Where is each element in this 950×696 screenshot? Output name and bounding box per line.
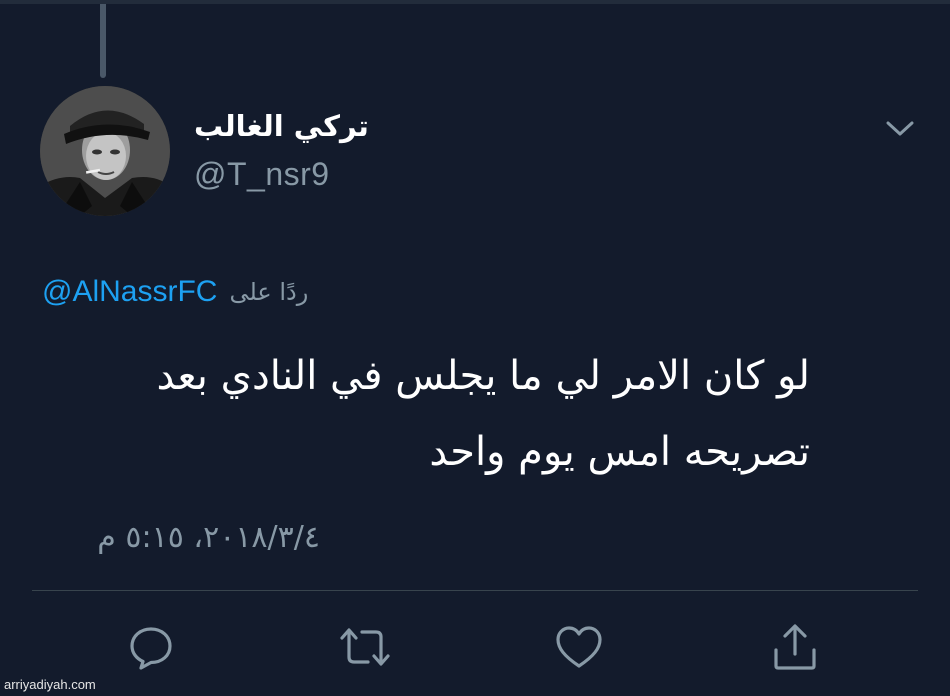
divider	[32, 590, 918, 591]
retweet-icon	[340, 628, 390, 666]
reply-mention-link[interactable]: @AlNassrFC	[42, 270, 217, 314]
watermark: arriyadiyah.com	[4, 677, 96, 692]
reply-button[interactable]	[124, 620, 178, 674]
share-icon	[774, 624, 816, 670]
user-display-name[interactable]: تركي الغالب	[194, 106, 369, 146]
thread-connector-line	[100, 4, 106, 78]
tweet-timestamp[interactable]: ٢٠١٨/٣/٤، ٥:١٥ م	[40, 516, 320, 560]
avatar[interactable]	[40, 86, 170, 216]
like-icon	[556, 626, 602, 668]
reply-icon	[130, 627, 172, 670]
like-button[interactable]	[552, 620, 606, 674]
reply-context: @AlNassrFC ردًا على	[42, 270, 382, 314]
tweet-text: لو كان الامر لي ما يجلس في النادي بعد تص…	[40, 338, 811, 490]
share-button[interactable]	[768, 620, 822, 674]
tweet-text-line: تصريحه امس يوم واحد	[429, 429, 810, 475]
tweet-text-line: لو كان الامر لي ما يجلس في النادي بعد	[156, 353, 811, 399]
reply-prefix-label: ردًا على	[229, 278, 309, 306]
retweet-button[interactable]	[338, 620, 392, 674]
chevron-down-icon[interactable]	[884, 116, 916, 140]
top-border	[0, 0, 950, 4]
user-handle[interactable]: @T_nsr9	[194, 154, 330, 194]
avatar-photo	[40, 86, 170, 216]
